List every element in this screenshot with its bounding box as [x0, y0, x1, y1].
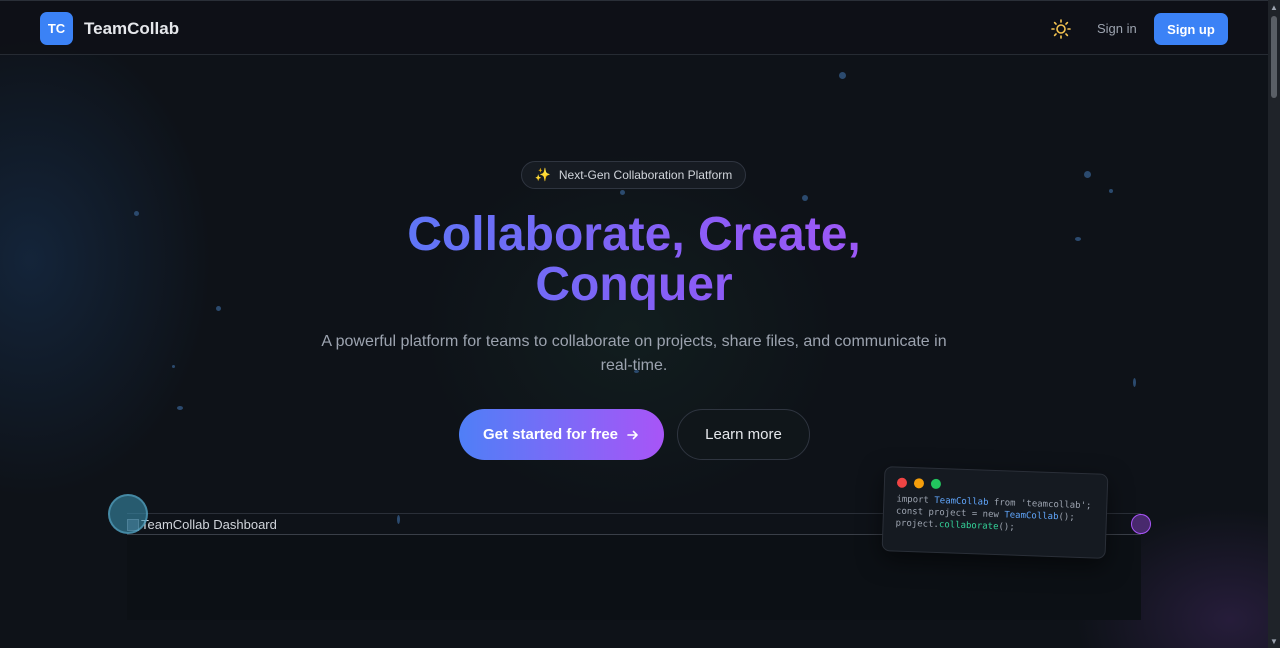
code-token: TeamCollab	[934, 495, 989, 508]
particle	[1133, 378, 1136, 387]
logo[interactable]: TC	[40, 12, 73, 45]
get-started-button[interactable]: Get started for free	[459, 409, 664, 460]
hero-headline-line2: Conquer	[535, 258, 733, 311]
theme-toggle-button[interactable]	[1050, 18, 1072, 40]
brand-name[interactable]: TeamCollab	[84, 19, 179, 39]
particle	[172, 365, 175, 368]
code-token: collaborate	[938, 520, 999, 533]
code-snippet-card: import TeamCollab from 'teamcollab'; con…	[881, 466, 1109, 559]
window-controls	[896, 477, 1095, 495]
sign-up-button[interactable]: Sign up	[1154, 13, 1228, 45]
hero-subtitle: A powerful platform for teams to collabo…	[321, 333, 947, 374]
hero-badge-text: Next-Gen Collaboration Platform	[558, 168, 733, 182]
arrow-right-icon	[627, 430, 638, 439]
particle	[1075, 237, 1081, 241]
sign-in-link[interactable]: Sign in	[1097, 21, 1137, 36]
code-token: ();	[998, 522, 1015, 533]
window-minimize-dot	[913, 478, 925, 489]
particle	[1084, 171, 1091, 178]
code-token: import	[896, 494, 935, 506]
hero-headline-line1: Collaborate, Create,	[407, 208, 861, 261]
particle	[134, 211, 139, 216]
code-token: TeamCollab	[1004, 510, 1059, 523]
particle	[839, 72, 846, 79]
learn-more-button[interactable]: Learn more	[677, 409, 810, 460]
particle	[620, 190, 625, 195]
hero-headline: Collaborate, Create, Conquer	[300, 210, 968, 310]
dashboard-image: TeamCollab Dashboard	[127, 517, 277, 532]
particle	[216, 306, 221, 311]
code-token: ();	[1058, 512, 1075, 523]
sun-icon	[1051, 19, 1071, 39]
scroll-up-icon[interactable]: ▲	[1268, 0, 1280, 14]
window-close-dot	[896, 477, 908, 488]
decorative-orb	[108, 494, 148, 534]
particle	[802, 195, 808, 201]
code-token: project.	[895, 518, 940, 531]
vertical-scrollbar[interactable]: ▲ ▼	[1268, 0, 1280, 648]
scroll-down-icon[interactable]: ▼	[1268, 634, 1280, 648]
scrollbar-thumb[interactable]	[1271, 16, 1277, 98]
particle	[1109, 189, 1113, 193]
decorative-orb	[1131, 514, 1151, 534]
get-started-label: Get started for free	[482, 426, 619, 443]
top-nav: TC TeamCollab Sign in Sign up	[0, 0, 1268, 55]
hero-badge: ✨ Next-Gen Collaboration Platform	[521, 161, 746, 189]
window-maximize-dot	[930, 478, 942, 490]
sparkles-icon: ✨	[534, 167, 551, 182]
page: TC TeamCollab Sign in Sign up ✨ Next-Gen…	[0, 0, 1268, 648]
particle	[177, 406, 183, 410]
dashboard-image-alt: TeamCollab Dashboard	[141, 517, 277, 532]
